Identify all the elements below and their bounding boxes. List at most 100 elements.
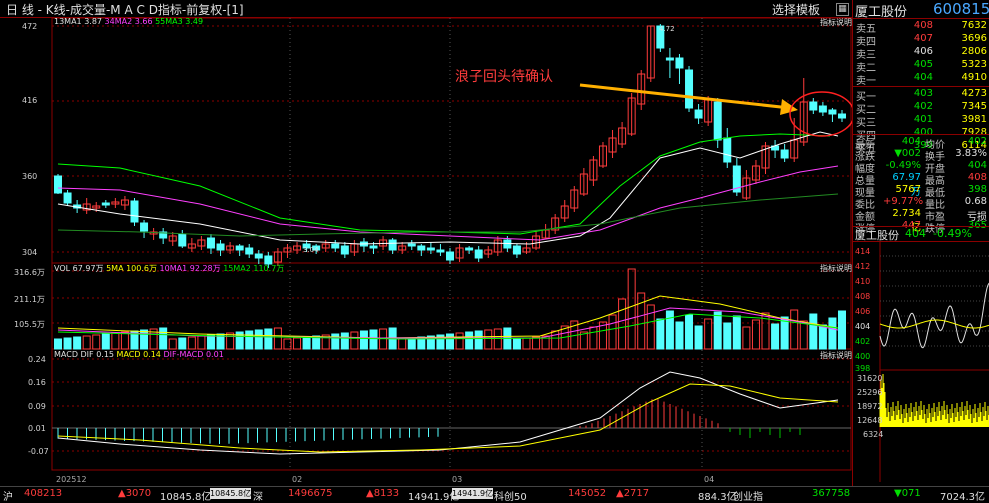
- candle-body: [340, 245, 349, 255]
- index-sh-label[interactable]: 沪: [3, 488, 13, 503]
- volume-bar: [140, 329, 149, 350]
- volume-bar: [512, 338, 521, 350]
- volume-bar: [551, 330, 560, 350]
- macd-legend: MACD DIF 0.15 MACD 0.14 DIF-MACD 0.01: [54, 350, 224, 359]
- quote-row: 现量 5767 最低 398: [855, 184, 987, 199]
- volume-bar: [618, 298, 627, 350]
- candle-body: [54, 175, 62, 194]
- order-book: 卖五 408 7632 卖四 407 3696 卖三 406 2806 卖二 405 5323 …: [853, 20, 989, 155]
- ask-row[interactable]: 卖三 406 2806: [853, 46, 989, 61]
- ma3-line: [57, 133, 831, 235]
- macd-axis-label: 0.16: [28, 378, 46, 387]
- candle-body: [809, 101, 818, 111]
- ma2-line: [57, 165, 839, 241]
- grid-toggle-icon[interactable]: ▦: [836, 3, 849, 16]
- index-sz-change: ▲8133: [366, 488, 400, 499]
- volume-bar: [111, 332, 120, 350]
- date-axis-label: 04: [704, 475, 715, 484]
- intraday-mini-chart[interactable]: [853, 242, 989, 486]
- mini-axis-label: 400: [855, 352, 871, 361]
- ask-row[interactable]: 卖二 405 5323: [853, 59, 989, 74]
- index-status-bar: 沪 408213 ▲3070 10845.8亿 10845.8亿 深 14966…: [0, 486, 989, 503]
- vol-axis-label: 105.5万: [14, 320, 45, 329]
- ma-legend: 13MA1 3.87 34MA2 3.66 55MA3 3.49: [54, 17, 203, 26]
- mini-axis-label: 412: [855, 262, 871, 271]
- volume-bar: [92, 334, 101, 350]
- candle-body: [254, 253, 263, 259]
- volume-bar: [159, 327, 168, 350]
- volume-bar: [656, 318, 665, 350]
- candle-body: [140, 222, 149, 232]
- volume-bar: [809, 313, 818, 350]
- ask-row[interactable]: 卖四 407 3696: [853, 33, 989, 48]
- quote-stats: 最新 404 均价 402 涨跌 ▼002 换手 3.83% 幅度 -0.49% 开盘 404 总…: [853, 136, 989, 236]
- macd-indicator-explain[interactable]: 指标说明: [820, 350, 852, 361]
- macd-legend-dif: MACD DIF 0.15: [54, 350, 114, 359]
- index-kc50-label[interactable]: 科创50: [494, 488, 527, 503]
- low-price-label: 3.04: [303, 246, 319, 254]
- candle-body: [417, 245, 426, 251]
- quote-row: 最新 404 均价 402: [855, 136, 987, 151]
- kline-chart[interactable]: [0, 18, 852, 486]
- candle-body: [178, 233, 187, 247]
- index-cyb-change: ▼071: [894, 488, 921, 499]
- bid-row[interactable]: 买三 401 3981: [853, 114, 989, 129]
- candle-body: [206, 237, 215, 249]
- volume-bar: [359, 330, 368, 350]
- index-cyb-amount: 7024.3亿: [940, 492, 985, 503]
- mini-vol-axis-label: 18972: [857, 402, 883, 411]
- volume-bar: [54, 338, 62, 350]
- volume-bar: [790, 309, 799, 350]
- volume-bar: [168, 338, 177, 350]
- volume-bar: [627, 268, 636, 350]
- index-sz-value: 1496675: [288, 488, 333, 499]
- vol-legend-vol: VOL 67.97万: [54, 264, 104, 273]
- stock-title: 厦工股份 600815: [853, 0, 989, 20]
- bid-row[interactable]: 买二 402 7345: [853, 101, 989, 116]
- mini-vol-axis-label: 31620: [857, 374, 883, 383]
- volume-bar: [732, 315, 741, 350]
- mini-axis-label: 414: [855, 247, 871, 256]
- index-sz-label[interactable]: 深: [253, 488, 263, 503]
- volume-bar: [532, 336, 541, 350]
- mini-axis-label: 410: [855, 277, 871, 286]
- index-cyb-value: 367758: [812, 488, 851, 499]
- candle-body: [818, 105, 827, 113]
- candle-body: [694, 109, 703, 119]
- ma4-line: [57, 193, 839, 237]
- mini-chart-header[interactable]: 厦工股份 404 -0.49%: [853, 226, 989, 242]
- mini-axis-label: 408: [855, 292, 871, 301]
- ma1-line: [57, 131, 839, 245]
- price-indicator-explain[interactable]: 指标说明: [820, 17, 852, 28]
- select-template-button[interactable]: 选择模板: [772, 1, 820, 18]
- volume-bar: [446, 333, 454, 350]
- candle-body: [828, 109, 837, 115]
- volume-bar: [771, 323, 780, 350]
- candle-body: [331, 243, 340, 249]
- macd-axis-label: -0.07: [28, 447, 49, 456]
- vol-axis-label: 211.1万: [14, 295, 45, 304]
- index-cyb-label[interactable]: 创业指: [733, 488, 763, 503]
- annotation-arrow-line: [579, 83, 791, 110]
- volume-bar: [685, 314, 694, 350]
- volume-bar: [245, 330, 254, 350]
- vol-legend: VOL 67.97万 5MA 100.6万 10MA1 92.28万 15MA2…: [54, 263, 284, 274]
- volume-bar: [637, 292, 646, 350]
- volume-bar: [187, 336, 196, 350]
- candle-body: [838, 113, 846, 119]
- volume-bar: [293, 337, 302, 350]
- ask-row[interactable]: 卖一 404 4910: [853, 72, 989, 87]
- mini-vol-axis-label: 25296: [857, 388, 883, 397]
- volume-bar: [331, 333, 340, 350]
- ask-row[interactable]: 卖五 408 7632: [853, 20, 989, 35]
- mini-price: 404: [905, 227, 926, 240]
- volume-bar: [484, 329, 493, 350]
- vol-indicator-explain[interactable]: 指标说明: [820, 263, 852, 274]
- mini-price-line: [879, 282, 989, 349]
- volume-bar: [101, 333, 110, 350]
- candle-body: [665, 57, 674, 61]
- price-axis-label: 360: [22, 172, 38, 181]
- bid-row[interactable]: 买一 403 4273: [853, 88, 989, 103]
- mini-change: -0.49%: [933, 227, 972, 240]
- candle-body: [512, 245, 521, 255]
